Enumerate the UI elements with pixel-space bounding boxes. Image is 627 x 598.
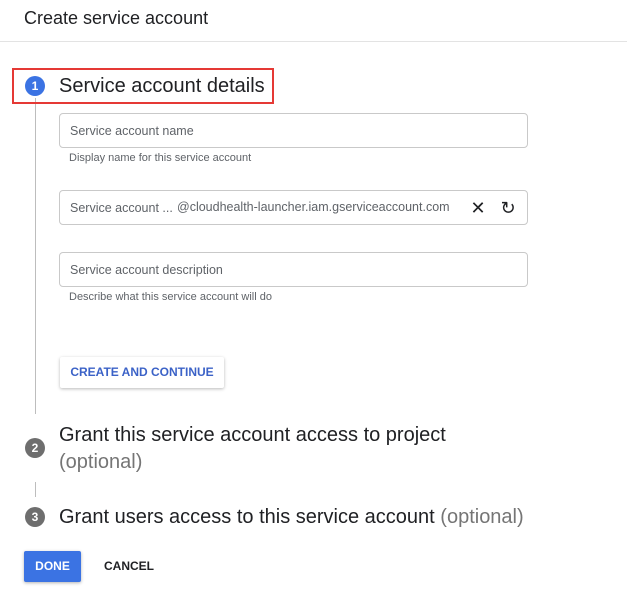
step-2-title[interactable]: Grant this service account access to pro…: [59, 424, 446, 447]
refresh-icon[interactable]: ↻: [497, 197, 519, 219]
step-3-title: Grant users access to this service accou…: [59, 506, 435, 528]
stepper-line: [35, 98, 36, 414]
step-2-optional: (optional): [59, 451, 143, 473]
cancel-button[interactable]: CANCEL: [98, 551, 160, 582]
service-account-id-suffix: @cloudhealth-launcher.iam.gserviceaccoun…: [177, 200, 450, 214]
step-3-number: 3: [25, 507, 45, 527]
service-account-name-placeholder: Service account name: [70, 124, 194, 138]
service-account-description-helper: Describe what this service account will …: [69, 291, 272, 303]
step-3-optional: (optional): [440, 506, 524, 528]
service-account-name-input[interactable]: Service account name: [59, 113, 528, 148]
create-and-continue-button[interactable]: CREATE AND CONTINUE: [60, 357, 224, 388]
service-account-description-input[interactable]: Service account description: [59, 252, 528, 287]
service-account-name-helper: Display name for this service account: [69, 152, 252, 164]
service-account-id-placeholder: Service account ...: [70, 201, 173, 215]
page-title: Create service account: [24, 8, 209, 28]
done-button[interactable]: DONE: [24, 551, 81, 582]
step-1-title[interactable]: Service account details: [59, 75, 265, 98]
step-1-number: 1: [25, 76, 45, 96]
stepper-line: [35, 482, 36, 497]
page-header: Create service account: [0, 0, 627, 42]
step-2-number: 2: [25, 438, 45, 458]
service-account-description-placeholder: Service account description: [70, 263, 223, 277]
service-account-id-input[interactable]: Service account ... @cloudhealth-launche…: [59, 190, 528, 225]
close-icon[interactable]: ✕: [467, 197, 489, 219]
step-3-heading[interactable]: Grant users access to this service accou…: [59, 506, 524, 529]
